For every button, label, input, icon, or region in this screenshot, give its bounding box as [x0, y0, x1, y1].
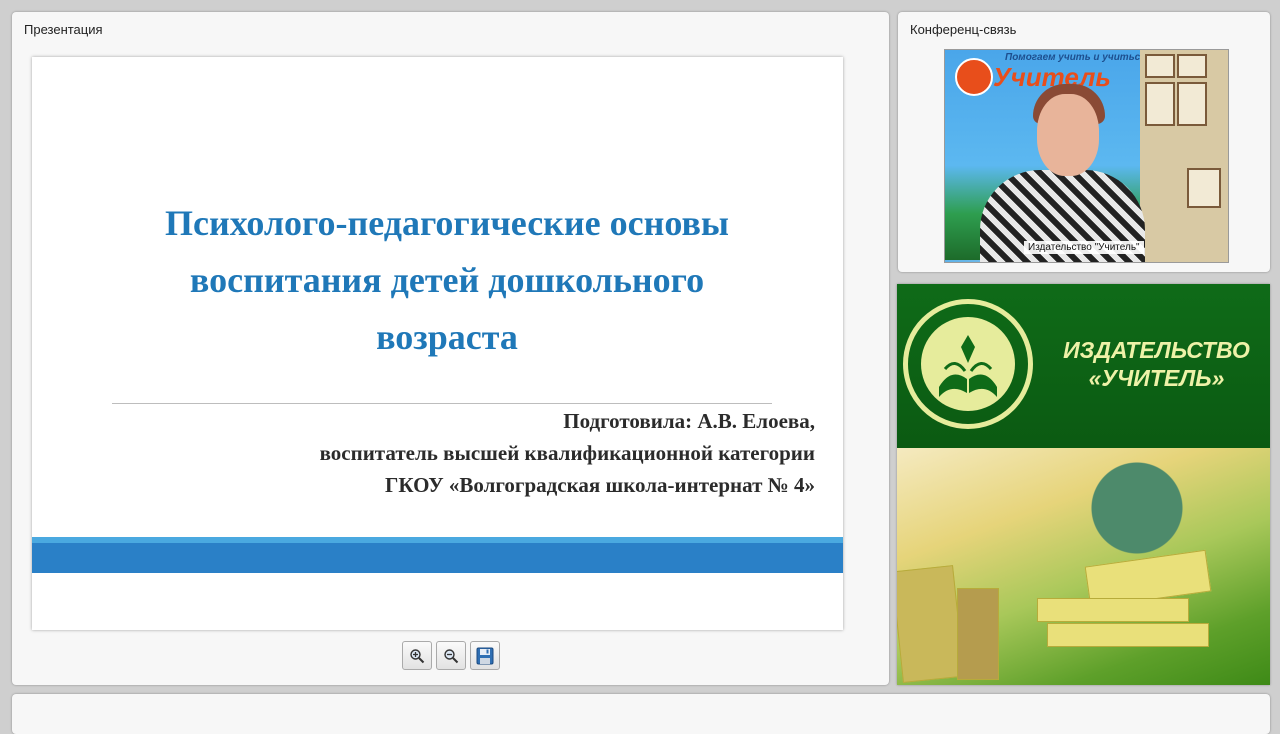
book-illustration: [957, 588, 999, 680]
slide-divider: [112, 403, 772, 404]
video-caption: Издательство "Учитель": [1024, 241, 1144, 254]
slide-title-line: возраста: [376, 317, 518, 357]
slide-author-line: ГКОУ «Волгоградская школа-интернат № 4»: [385, 473, 815, 497]
slide-title-line: Психолого-педагогические основы: [164, 203, 730, 243]
presentation-toolbar: [402, 641, 500, 670]
slide-author-line: воспитатель высшей квалификационной кате…: [319, 441, 815, 465]
presentation-panel: Презентация Психолого-педагогические осн…: [12, 12, 889, 685]
slide-author-block: Подготовила: А.В. Елоева, воспитатель вы…: [320, 405, 815, 501]
book-illustration: [897, 565, 965, 683]
wall-frame: [1145, 54, 1175, 78]
save-button[interactable]: [470, 641, 500, 670]
publisher-banner: ИЗДАТЕЛЬСТВО «УЧИТЕЛЬ»: [897, 284, 1270, 685]
wall-frame: [1177, 54, 1207, 78]
book-leaf-icon: [939, 335, 997, 397]
wall-frame: [1177, 82, 1207, 126]
slide-band: [32, 543, 843, 573]
book-illustration: [1047, 623, 1209, 647]
publisher-banner-top: ИЗДАТЕЛЬСТВО «УЧИТЕЛЬ»: [897, 284, 1270, 448]
presenter-head: [1037, 94, 1099, 176]
book-illustration: [1037, 598, 1189, 622]
slide-author-line: Подготовила: А.В. Елоева,: [563, 409, 815, 433]
backdrop-logo: [955, 58, 993, 96]
bottom-panel: [12, 694, 1270, 734]
zoom-in-icon: [410, 648, 425, 663]
publisher-name: ИЗДАТЕЛЬСТВО «УЧИТЕЛЬ»: [1049, 336, 1264, 392]
publisher-books-image: [897, 448, 1270, 685]
zoom-out-icon: [444, 648, 459, 663]
publisher-emblem-inner: [921, 317, 1015, 411]
zoom-in-button[interactable]: [402, 641, 432, 670]
slide-title-line: воспитания детей дошкольного: [189, 260, 705, 300]
presentation-panel-title: Презентация: [24, 22, 103, 37]
presentation-slide: Психолого-педагогические основы воспитан…: [32, 57, 843, 630]
slide-title: Психолого-педагогические основы воспитан…: [92, 195, 802, 366]
publisher-emblem-icon: [903, 299, 1033, 429]
zoom-out-button[interactable]: [436, 641, 466, 670]
publisher-name-line: «УЧИТЕЛЬ»: [1088, 365, 1225, 391]
video-feed[interactable]: Помогаем учить и учиться Учитель Издател…: [944, 49, 1229, 263]
wall-frame: [1145, 82, 1175, 126]
wall-frame: [1187, 168, 1221, 208]
conference-panel-title: Конференц-связь: [910, 22, 1017, 37]
floppy-disk-icon: [476, 647, 494, 664]
conference-panel: Конференц-связь Помогаем учить и учиться…: [898, 12, 1270, 272]
publisher-name-line: ИЗДАТЕЛЬСТВО: [1063, 337, 1250, 363]
